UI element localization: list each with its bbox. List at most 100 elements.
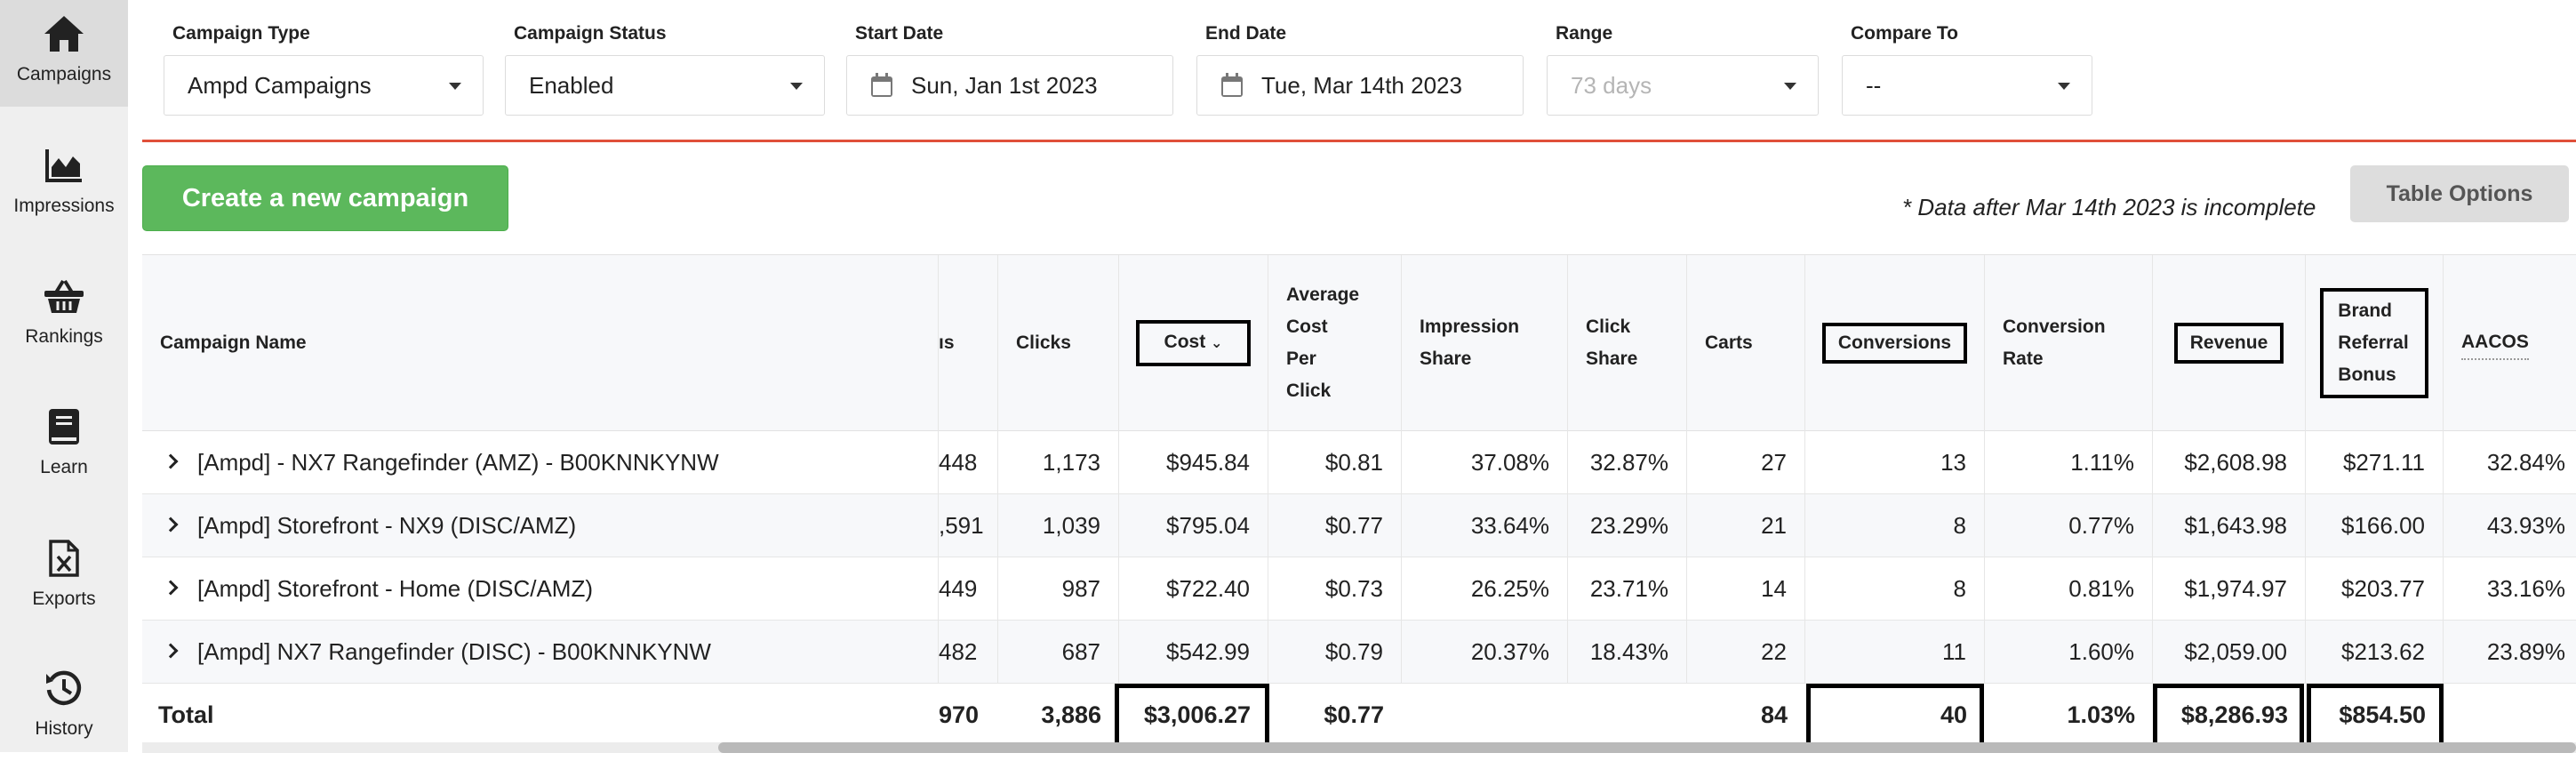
avg-cpc-cell: $0.73: [1268, 557, 1402, 620]
total-impressions: 970: [939, 701, 980, 728]
basket-icon: [39, 271, 89, 321]
brand-referral-cell: $166.00: [2306, 494, 2444, 557]
table-row[interactable]: [Ampd] NX7 Rangefinder (DISC) - B00KNNKY…: [142, 621, 2576, 684]
cost-cell: $722.40: [1119, 557, 1268, 620]
col-header-avg-cpc[interactable]: Average Cost Per Click: [1268, 255, 1402, 431]
filter-label: Start Date: [855, 23, 944, 44]
filter-label: Campaign Type: [172, 23, 310, 44]
campaign-name-cell[interactable]: [Ampd] Storefront - NX9 (DISC/AMZ): [142, 494, 939, 557]
incomplete-data-note: * Data after Mar 14th 2023 is incomplete: [1902, 194, 2316, 220]
end-date-input[interactable]: Tue, Mar 14th 2023: [1196, 55, 1524, 116]
conversion-rate-cell: 0.77%: [1985, 494, 2153, 557]
aacos-cell: 32.84%: [2486, 448, 2565, 476]
compare-to-select[interactable]: --: [1842, 55, 2092, 116]
click-share-cell: 18.43%: [1568, 621, 1687, 683]
sidebar-item-label: Learn: [40, 457, 88, 477]
total-label: Total: [158, 701, 214, 728]
revenue-cell: $2,608.98: [2153, 431, 2306, 493]
sidebar-item-label: Impressions: [13, 196, 115, 216]
col-header-aacos[interactable]: AACOS: [2444, 255, 2576, 431]
history-icon: [39, 663, 89, 713]
highlight-box-conversions: [1806, 684, 1984, 748]
brand-referral-cell: $271.11: [2306, 431, 2444, 493]
filter-label: Range: [1556, 23, 1613, 44]
calendar-icon: [871, 73, 892, 97]
campaign-name-cell[interactable]: [Ampd] Storefront - Home (DISC/AMZ): [142, 557, 939, 620]
sidebar-item-rankings[interactable]: Rankings: [0, 262, 128, 369]
click-share-cell: 23.71%: [1568, 557, 1687, 620]
chevron-right-icon[interactable]: [163, 643, 179, 659]
chevron-right-icon[interactable]: [163, 580, 179, 596]
col-header-brand-referral-bonus[interactable]: Brand Referral Bonus: [2306, 255, 2444, 431]
click-share-cell: 23.29%: [1568, 494, 1687, 557]
select-value: Ampd Campaigns: [188, 71, 372, 99]
highlight-box-revenue: [2153, 684, 2304, 748]
caret-down-icon: [449, 83, 461, 90]
cost-cell: $945.84: [1119, 431, 1268, 493]
col-header-conversion-rate[interactable]: Conversion Rate: [1985, 255, 2153, 431]
avg-cpc-cell: $0.77: [1268, 494, 1402, 557]
revenue-cell: $1,643.98: [2153, 494, 2306, 557]
caret-down-icon: [1784, 83, 1796, 90]
sidebar-item-campaigns[interactable]: Campaigns: [0, 0, 128, 107]
sidebar-item-exports[interactable]: Exports: [0, 525, 128, 631]
total-clicks: 3,886: [1041, 701, 1101, 728]
conversions-cell: 8: [1805, 557, 1985, 620]
carts-cell: 14: [1687, 557, 1805, 620]
date-value: Tue, Mar 14th 2023: [1261, 71, 1462, 99]
campaign-name-cell[interactable]: [Ampd] NX7 Rangefinder (DISC) - B00KNNKY…: [142, 621, 939, 683]
col-header-cost[interactable]: Cost ⌄: [1119, 255, 1268, 431]
campaign-status-select[interactable]: Enabled: [505, 55, 825, 116]
conversions-cell: 8: [1805, 494, 1985, 557]
book-icon: [39, 402, 89, 452]
table-header-row: Campaign Name ıs Clicks Cost ⌄ Average Co…: [142, 255, 2576, 431]
create-campaign-button[interactable]: Create a new campaign: [142, 165, 508, 231]
horizontal-scrollbar-thumb[interactable]: [718, 742, 2576, 753]
sidebar-item-learn[interactable]: Learn: [0, 393, 128, 500]
chevron-right-icon[interactable]: [163, 517, 179, 533]
revenue-cell: $2,059.00: [2153, 621, 2306, 683]
click-share-cell: 32.87%: [1568, 431, 1687, 493]
clicks-cell: 687: [998, 621, 1119, 683]
caret-down-icon: [790, 83, 803, 90]
brand-referral-cell: $213.62: [2306, 621, 2444, 683]
table-row[interactable]: [Ampd] Storefront - Home (DISC/AMZ) 449 …: [142, 557, 2576, 621]
col-header-impressions[interactable]: ıs: [939, 255, 998, 431]
clicks-cell: 1,039: [998, 494, 1119, 557]
carts-cell: 21: [1687, 494, 1805, 557]
col-header-click-share[interactable]: Click Share: [1568, 255, 1687, 431]
col-header-campaign-name[interactable]: Campaign Name: [142, 255, 939, 431]
table-row[interactable]: [Ampd] Storefront - NX9 (DISC/AMZ) ,591 …: [142, 494, 2576, 557]
col-header-conversions[interactable]: Conversions: [1805, 255, 1985, 431]
sidebar-item-label: History: [35, 718, 93, 739]
date-value: Sun, Jan 1st 2023: [911, 71, 1098, 99]
col-header-carts[interactable]: Carts: [1687, 255, 1805, 431]
filter-label: End Date: [1205, 23, 1287, 44]
filter-divider: [142, 140, 2576, 142]
impressions-cell: 448: [939, 431, 998, 493]
impressions-cell: ,591: [939, 494, 998, 557]
conversion-rate-cell: 1.60%: [1985, 621, 2153, 683]
highlight-box-brand-referral: [2307, 684, 2444, 748]
sidebar-item-impressions[interactable]: Impressions: [0, 132, 128, 238]
home-icon: [39, 9, 89, 59]
table-row[interactable]: [Ampd] - NX7 Rangefinder (AMZ) - B00KNNK…: [142, 431, 2576, 494]
start-date-input[interactable]: Sun, Jan 1st 2023: [846, 55, 1173, 116]
impression-share-cell: 26.25%: [1402, 557, 1568, 620]
chevron-right-icon[interactable]: [163, 453, 179, 469]
range-select[interactable]: 73 days: [1547, 55, 1819, 116]
conversions-cell: 13: [1805, 431, 1985, 493]
select-value: 73 days: [1571, 71, 1652, 99]
col-header-revenue[interactable]: Revenue: [2153, 255, 2306, 431]
aacos-cell: 33.16%: [2486, 574, 2565, 602]
campaign-name-cell[interactable]: [Ampd] - NX7 Rangefinder (AMZ) - B00KNNK…: [142, 431, 939, 493]
col-header-impression-share[interactable]: Impression Share: [1402, 255, 1568, 431]
conversions-cell: 11: [1805, 621, 1985, 683]
aacos-cell: 43.93%: [2486, 511, 2565, 539]
col-header-clicks[interactable]: Clicks: [998, 255, 1119, 431]
table-options-button[interactable]: Table Options: [2350, 165, 2569, 222]
sidebar-item-history[interactable]: History: [0, 654, 128, 761]
select-value: --: [1866, 71, 1882, 99]
campaign-type-select[interactable]: Ampd Campaigns: [164, 55, 484, 116]
total-carts: 84: [1760, 701, 1788, 728]
